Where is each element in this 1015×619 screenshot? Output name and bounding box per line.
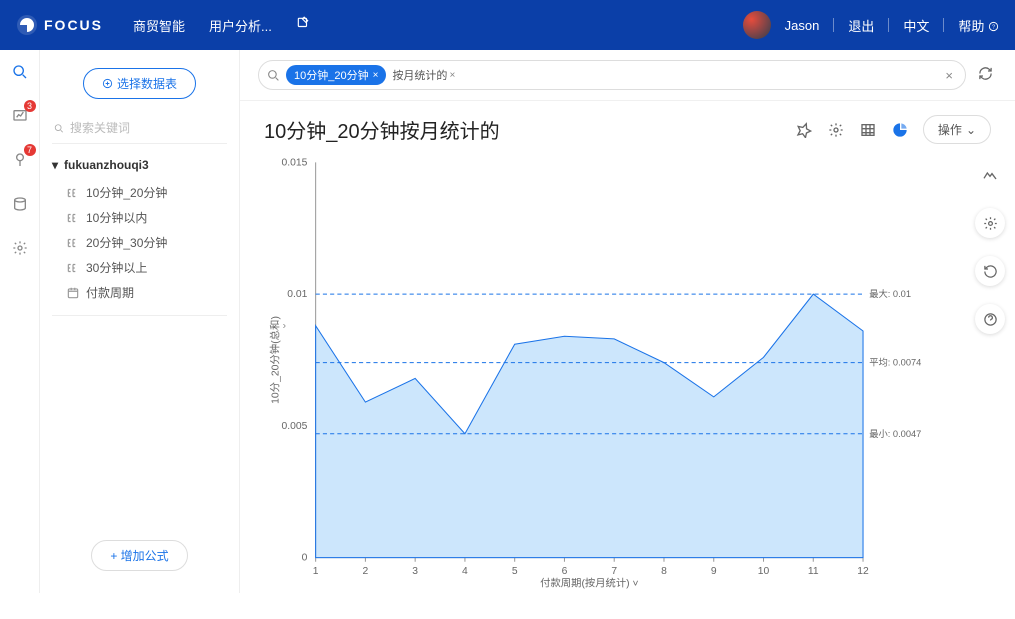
svg-text:1: 1 (313, 566, 319, 577)
search-icon[interactable] (10, 62, 30, 82)
add-formula-button[interactable]: + 增加公式 (91, 540, 187, 571)
query-input-box[interactable]: 10分钟_20分钟× 按月统计的 × × (258, 60, 966, 90)
content: 10分钟_20分钟× 按月统计的 × × 10分钟_20分钟按月统计的 操作 ⌄ (240, 50, 1015, 593)
tree-item[interactable]: 10分钟_20分钟 (52, 180, 227, 205)
help-link[interactable]: 帮助 ? (958, 16, 999, 35)
tree-item[interactable]: 20分钟_30分钟 (52, 230, 227, 255)
measure-icon (66, 186, 80, 200)
nav-item-edit-icon[interactable] (296, 16, 310, 35)
svg-text:0.01: 0.01 (287, 289, 307, 300)
divider (888, 18, 889, 32)
tree-item[interactable]: 30分钟以上 (52, 255, 227, 280)
tree-item[interactable]: 10分钟以内 (52, 205, 227, 230)
close-icon[interactable]: × (449, 70, 455, 81)
reset-icon[interactable] (975, 256, 1005, 286)
pin-icon[interactable]: 7 (10, 150, 30, 170)
tree-table-header[interactable]: ▾ fukuanzhouqi3 (52, 158, 227, 172)
svg-text:3: 3 (412, 566, 418, 577)
measure-icon (66, 261, 80, 275)
logo-icon (16, 14, 38, 36)
nav-rail: 3 7 (0, 50, 40, 593)
svg-text:›: › (283, 320, 286, 331)
svg-text:6: 6 (562, 566, 568, 577)
svg-text:9: 9 (711, 566, 717, 577)
select-table-button[interactable]: 选择数据表 (83, 68, 196, 99)
chart-side-tools (975, 160, 1005, 334)
title-row: 10分钟_20分钟按月统计的 操作 ⌄ (240, 101, 1015, 152)
svg-text:10: 10 (758, 566, 770, 577)
clear-query-icon[interactable]: × (945, 68, 957, 83)
svg-text:最小: 0.0047: 最小: 0.0047 (869, 429, 921, 439)
table-icon[interactable] (859, 121, 877, 139)
svg-text:?: ? (992, 24, 995, 30)
chevron-down-icon: ⌄ (966, 123, 976, 137)
top-nav: 商贸智能 用户分析... (133, 16, 310, 35)
plus-circle-icon (102, 78, 113, 89)
refresh-icon[interactable] (974, 62, 997, 88)
area-chart[interactable]: 00.0050.010.015123456789101112最大: 0.01平均… (264, 152, 925, 589)
measure-icon (66, 211, 80, 225)
svg-text:12: 12 (857, 566, 869, 577)
settings-icon[interactable] (827, 121, 845, 139)
svg-text:5: 5 (512, 566, 518, 577)
svg-text:11: 11 (808, 566, 819, 577)
svg-text:4: 4 (462, 566, 468, 577)
pin-icon[interactable] (795, 121, 813, 139)
svg-text:8: 8 (661, 566, 667, 577)
divider (943, 18, 944, 32)
svg-text:2: 2 (363, 566, 369, 577)
query-bar: 10分钟_20分钟× 按月统计的 × × (240, 50, 1015, 101)
query-pill[interactable]: 10分钟_20分钟× (286, 65, 386, 85)
title-actions: 操作 ⌄ (795, 115, 991, 144)
data-icon[interactable] (10, 194, 30, 214)
svg-text:最大: 0.01: 最大: 0.01 (869, 288, 911, 299)
nav-item-user-analytics[interactable]: 用户分析... (209, 16, 272, 35)
svg-text:平均: 0.0074: 平均: 0.0074 (869, 357, 921, 368)
topbar-right: Jason 退出 中文 帮助 ? (743, 11, 999, 39)
measure-icon (66, 236, 80, 250)
query-chip[interactable]: 按月统计的 × (392, 67, 455, 83)
chart-icon[interactable] (891, 121, 909, 139)
badge: 3 (24, 100, 36, 112)
close-icon[interactable]: × (373, 70, 379, 81)
chart-area: 00.0050.010.015123456789101112最大: 0.01平均… (240, 152, 1015, 619)
logout-link[interactable]: 退出 (848, 16, 874, 35)
settings-icon[interactable] (10, 238, 30, 258)
help-icon[interactable] (975, 304, 1005, 334)
topbar: FOCUS 商贸智能 用户分析... Jason 退出 中文 帮助 ? (0, 0, 1015, 50)
svg-text:付款周期(按月统计) ˅: 付款周期(按月统计) ˅ (540, 577, 638, 589)
svg-text:0.005: 0.005 (282, 421, 308, 432)
line-chart-icon[interactable] (975, 160, 1005, 190)
sidebar-search[interactable] (52, 117, 227, 144)
caret-down-icon: ▾ (52, 158, 58, 172)
operations-button[interactable]: 操作 ⌄ (923, 115, 991, 144)
avatar[interactable] (743, 11, 771, 39)
dashboard-icon[interactable]: 3 (10, 106, 30, 126)
divider (833, 18, 834, 32)
svg-text:7: 7 (611, 566, 617, 577)
svg-text:10分_20分钟(总和): 10分_20分钟(总和) (268, 316, 281, 404)
nav-item-bi[interactable]: 商贸智能 (133, 16, 185, 35)
search-icon (267, 69, 280, 82)
svg-text:0.015: 0.015 (282, 157, 308, 168)
svg-text:0: 0 (302, 553, 308, 564)
username[interactable]: Jason (785, 18, 820, 33)
search-input[interactable] (70, 121, 225, 135)
search-icon (54, 122, 64, 135)
divider (52, 315, 227, 316)
sidebar: 选择数据表 ▾ fukuanzhouqi3 10分钟_20分钟 10分钟以内 2… (40, 50, 240, 593)
badge: 7 (24, 144, 36, 156)
gear-icon[interactable] (975, 208, 1005, 238)
brand-text: FOCUS (44, 17, 103, 33)
page-title: 10分钟_20分钟按月统计的 (264, 115, 500, 144)
lang-link[interactable]: 中文 (903, 16, 929, 35)
tree-item[interactable]: 付款周期 (52, 280, 227, 305)
calendar-icon (66, 286, 80, 300)
logo[interactable]: FOCUS (16, 14, 103, 36)
